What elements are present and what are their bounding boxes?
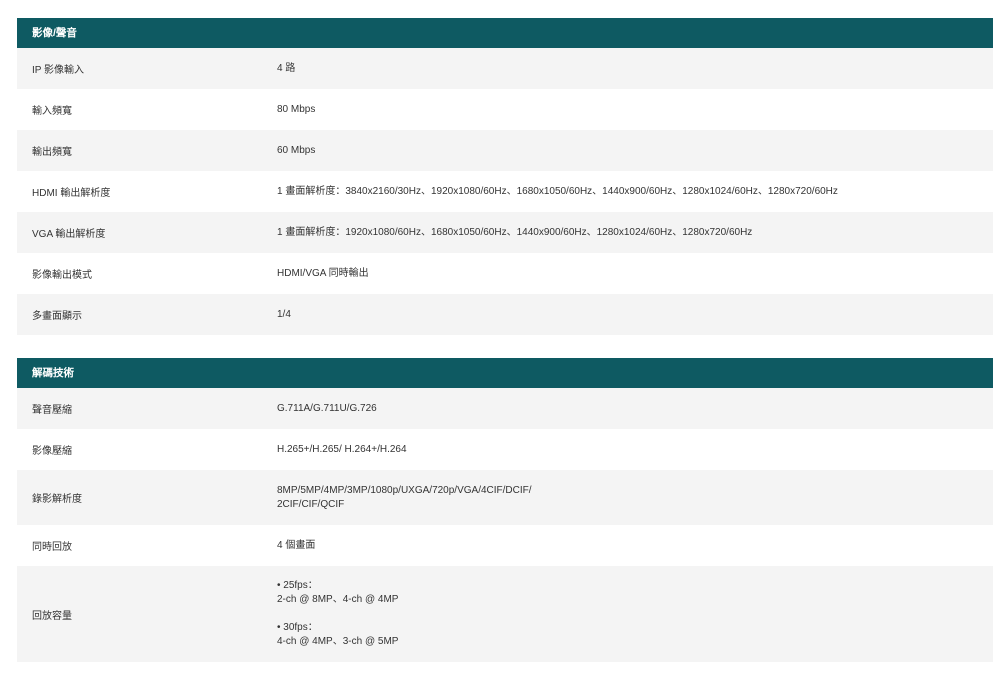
spec-value-line: 1 畫面解析度：1920x1080/60Hz、1680x1050/60Hz、14… xyxy=(277,226,753,238)
spec-value-line: G.711A/G.711U/G.726 xyxy=(277,402,377,414)
spec-value: • 25fps： 2-ch @ 8MP、4-ch @ 4MP • 30fps： … xyxy=(261,579,993,649)
spec-label: 回放容量 xyxy=(32,610,72,622)
spec-value: HDMI/VGA 同時輸出 xyxy=(261,267,993,281)
spec-value: 1 畫面解析度：3840x2160/30Hz、1920x1080/60Hz、16… xyxy=(261,185,993,199)
spec-value: 4 路 xyxy=(261,62,993,76)
spec-value: H.265+/H.265/ H.264+/H.264 xyxy=(261,443,993,457)
spec-row: 影像壓縮 H.265+/H.265/ H.264+/H.264 xyxy=(17,429,993,470)
spec-value: 1 畫面解析度：1920x1080/60Hz、1680x1050/60Hz、14… xyxy=(261,226,993,240)
spec-row: 同時回放 4 個畫面 xyxy=(17,525,993,566)
spec-value-line: H.265+/H.265/ H.264+/H.264 xyxy=(277,443,407,455)
spec-label: HDMI 輸出解析度 xyxy=(32,188,111,199)
spec-value-line: 1/4 xyxy=(277,308,291,320)
spec-row: 錄影解析度 8MP/5MP/4MP/3MP/1080p/UXGA/720p/VG… xyxy=(17,470,993,525)
spec-value-line: 4-ch @ 4MP、3-ch @ 5MP xyxy=(277,636,399,647)
spec-value-line: 60 Mbps xyxy=(277,144,316,156)
spec-label: 影像壓縮 xyxy=(32,446,72,457)
spec-row: 回放容量 • 25fps： 2-ch @ 8MP、4-ch @ 4MP • 30… xyxy=(17,566,993,662)
spec-label: 錄影解析度 xyxy=(32,494,82,505)
spec-value-spacer xyxy=(277,607,993,621)
spec-row: 輸出頻寬 60 Mbps xyxy=(17,130,993,171)
spec-value-line: 2-ch @ 8MP、4-ch @ 4MP xyxy=(277,594,399,605)
spec-value-line: HDMI/VGA 同時輸出 xyxy=(277,267,369,279)
spec-section-video-audio: 影像/聲音 IP 影像輸入 4 路 輸入頻寬 80 Mbps 輸出頻寬 60 M… xyxy=(17,18,993,335)
spec-label: 輸入頻寬 xyxy=(32,106,72,117)
spec-value-line: 8MP/5MP/4MP/3MP/1080p/UXGA/720p/VGA/4CIF… xyxy=(277,484,532,496)
spec-value-line: 4 路 xyxy=(277,62,296,74)
spec-page: 影像/聲音 IP 影像輸入 4 路 輸入頻寬 80 Mbps 輸出頻寬 60 M… xyxy=(0,0,1000,682)
spec-row: IP 影像輸入 4 路 xyxy=(17,48,993,89)
spec-value-line: 1 畫面解析度：3840x2160/30Hz、1920x1080/60Hz、16… xyxy=(277,185,838,197)
spec-value-line: 2CIF/CIF/QCIF xyxy=(277,498,345,510)
spec-value: 4 個畫面 xyxy=(261,539,993,553)
spec-value: G.711A/G.711U/G.726 xyxy=(261,402,993,416)
spec-label: 影像輸出模式 xyxy=(32,270,92,281)
spec-label: 輸出頻寬 xyxy=(32,147,72,158)
spec-value-line: • 25fps： xyxy=(277,580,318,591)
section-header: 影像/聲音 xyxy=(17,18,993,48)
spec-value-line: 4 個畫面 xyxy=(277,539,316,551)
spec-row: VGA 輸出解析度 1 畫面解析度：1920x1080/60Hz、1680x10… xyxy=(17,212,993,253)
spec-value: 1/4 xyxy=(261,308,993,322)
spec-row: HDMI 輸出解析度 1 畫面解析度：3840x2160/30Hz、1920x1… xyxy=(17,171,993,212)
spec-value-line: 80 Mbps xyxy=(277,103,316,115)
spec-value: 60 Mbps xyxy=(261,144,993,158)
spec-label: 同時回放 xyxy=(32,542,72,553)
section-header: 解碼技術 xyxy=(17,358,993,388)
spec-label: 聲音壓縮 xyxy=(32,405,72,416)
spec-label: IP 影像輸入 xyxy=(32,65,85,76)
spec-row: 影像輸出模式 HDMI/VGA 同時輸出 xyxy=(17,253,993,294)
spec-label: VGA 輸出解析度 xyxy=(32,229,106,240)
spec-value-line: • 30fps： xyxy=(277,622,318,633)
spec-row: 多畫面顯示 1/4 xyxy=(17,294,993,335)
spec-value: 80 Mbps xyxy=(261,103,993,117)
spec-label: 多畫面顯示 xyxy=(32,311,82,322)
spec-row: 輸入頻寬 80 Mbps xyxy=(17,89,993,130)
spec-row: 聲音壓縮 G.711A/G.711U/G.726 xyxy=(17,388,993,429)
spec-section-decoding: 解碼技術 聲音壓縮 G.711A/G.711U/G.726 影像壓縮 H.265… xyxy=(17,358,993,662)
spec-value: 8MP/5MP/4MP/3MP/1080p/UXGA/720p/VGA/4CIF… xyxy=(261,484,993,512)
